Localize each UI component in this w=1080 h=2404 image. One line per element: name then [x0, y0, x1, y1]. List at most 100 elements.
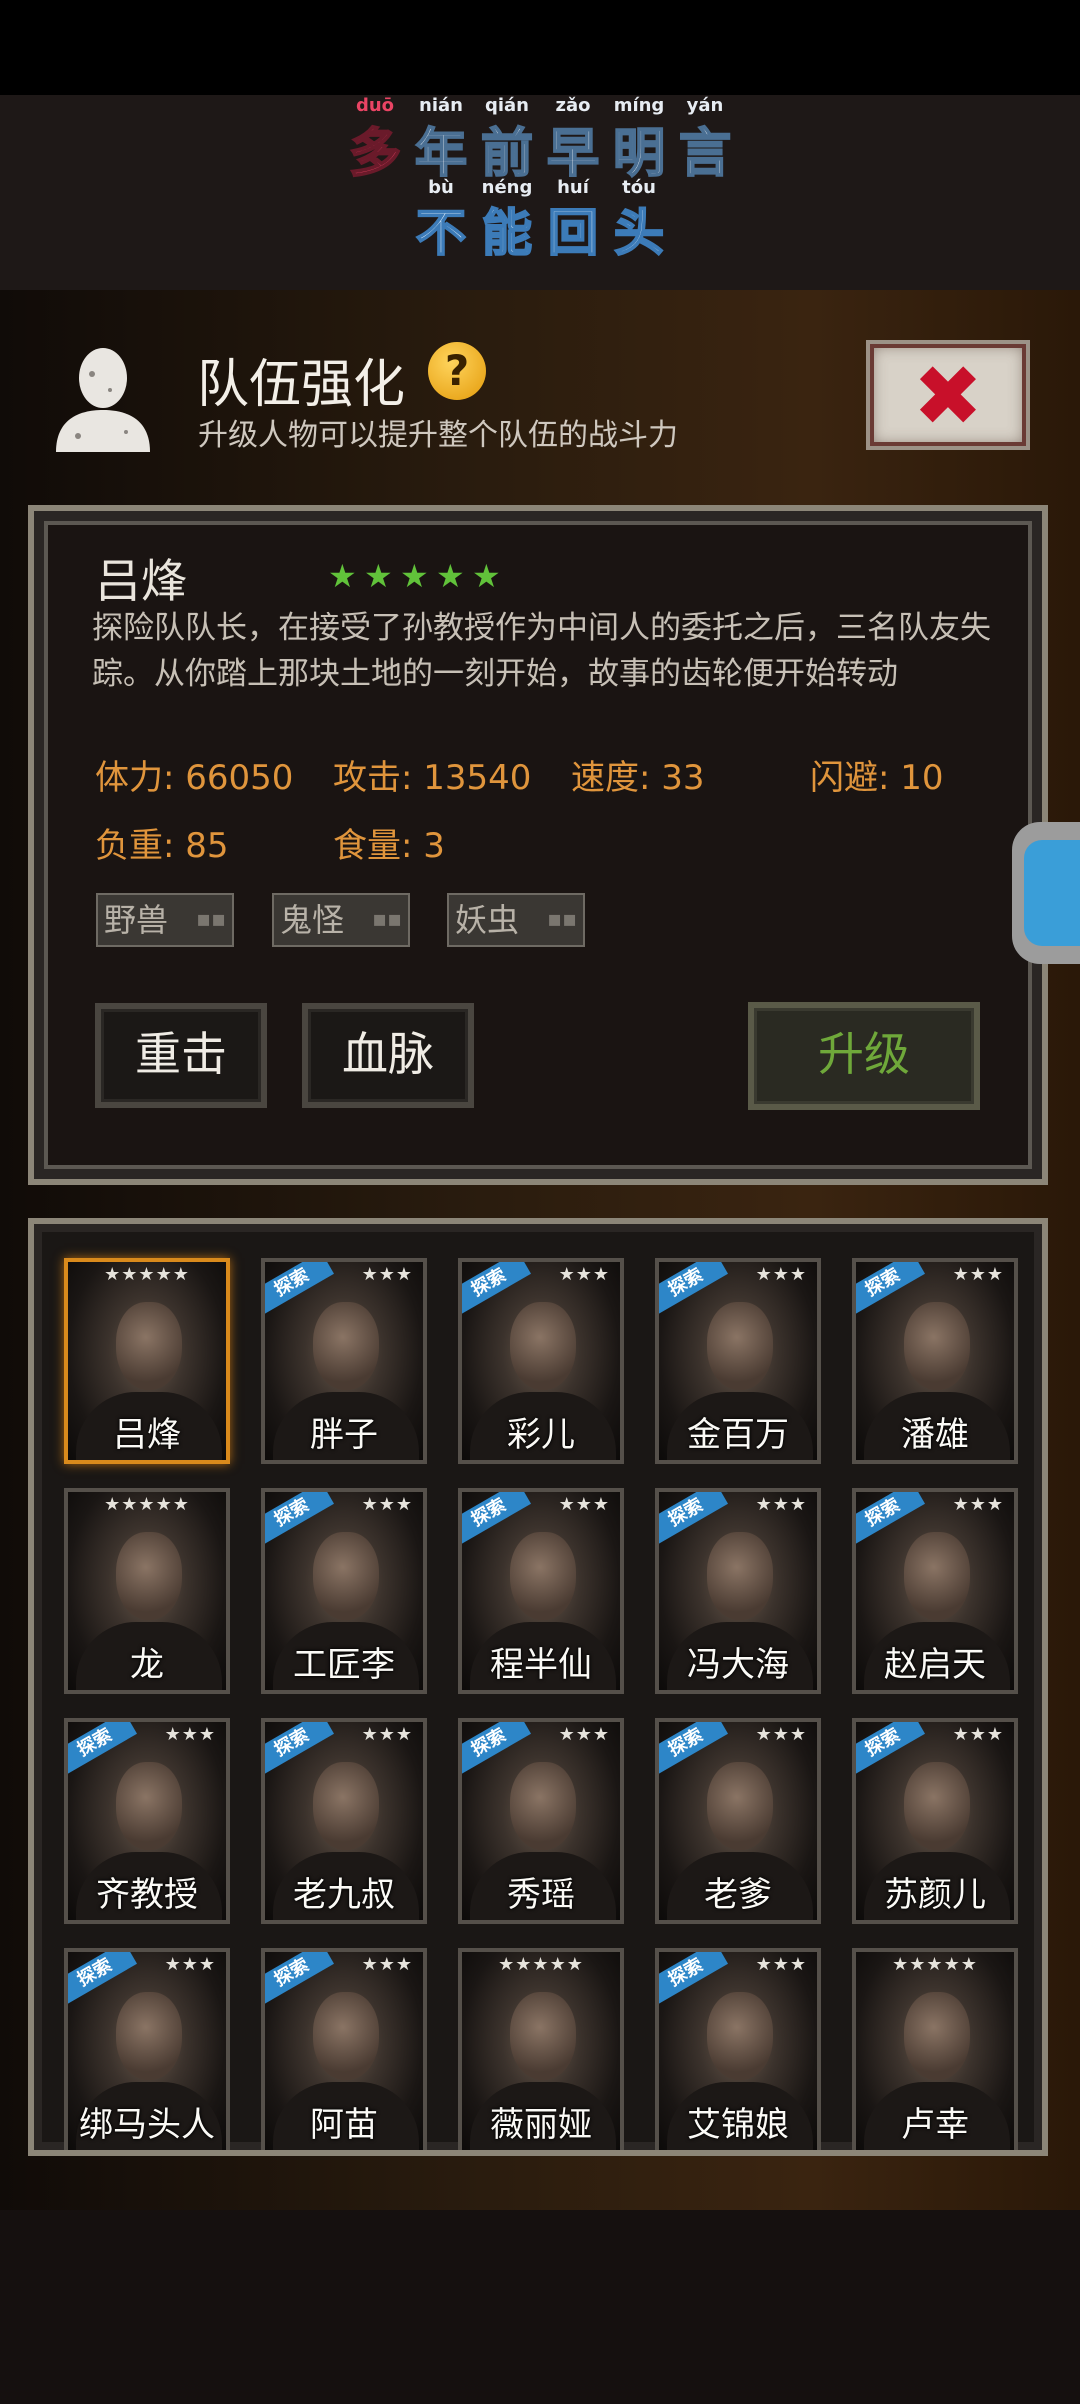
star-icon: ★ — [364, 557, 393, 595]
portrait-head — [707, 1762, 773, 1850]
card-stars: ★★★★★ — [104, 1494, 190, 1515]
portrait-head — [904, 1762, 970, 1850]
upgrade-button[interactable]: 升级 — [748, 1002, 980, 1110]
card-name: 苏颜儿 — [884, 1875, 986, 1915]
lyric-char: 言 — [678, 122, 732, 185]
character-card[interactable]: ★★★ 探索 冯大海 — [655, 1488, 821, 1694]
character-card[interactable]: ★★★ 探索 工匠李 — [261, 1488, 427, 1694]
character-card[interactable]: ★★★ 探索 秀瑶 — [458, 1718, 624, 1924]
trait-tag: 鬼怪 ▪▪ — [272, 893, 410, 947]
portrait-head — [313, 1992, 379, 2080]
stat-attack: 攻击: 13540 — [333, 758, 532, 798]
lyric-char: 头 — [613, 202, 665, 263]
card-name: 冯大海 — [687, 1645, 789, 1685]
page-subtitle: 升级人物可以提升整个队伍的战斗力 — [198, 418, 678, 453]
bottom-area — [0, 2210, 1080, 2404]
card-name: 老爹 — [704, 1875, 772, 1915]
character-card[interactable]: ★★★ 探索 绑马头人 — [64, 1948, 230, 2150]
character-card[interactable]: ★★★ 探索 金百万 — [655, 1258, 821, 1464]
lyric-char: 前 — [480, 122, 534, 185]
card-stars: ★★★★★ — [104, 1264, 190, 1285]
lyric-char: 多 — [348, 122, 402, 185]
status-bar — [0, 0, 1080, 95]
star-icon: ★ — [472, 557, 501, 595]
portrait-head — [904, 1992, 970, 2080]
close-icon: ✖ — [912, 347, 984, 445]
close-button[interactable]: ✖ — [866, 340, 1030, 450]
portrait-head — [707, 1532, 773, 1620]
lyric-char: 早 — [546, 122, 600, 185]
stat-speed: 速度: 33 — [571, 758, 705, 798]
trait-tag: 妖虫 ▪▪ — [447, 893, 585, 947]
card-name: 龙 — [130, 1645, 164, 1685]
lyric-char: 不 — [415, 202, 467, 263]
lyric-char: 回 — [547, 202, 599, 263]
character-card[interactable]: ★★★ 探索 程半仙 — [458, 1488, 624, 1694]
character-card[interactable]: ★★★ 探索 老九叔 — [261, 1718, 427, 1924]
character-card[interactable]: ★★★★★ 吕烽 — [64, 1258, 230, 1464]
star-icon: ★ — [436, 557, 465, 595]
trait-tag: 野兽 ▪▪ — [96, 893, 234, 947]
trait-label: 鬼怪 — [280, 901, 345, 939]
star-icon: ★ — [328, 557, 357, 595]
heavy-strike-button[interactable]: 重击 — [95, 1003, 267, 1108]
lyric-char: 年 — [414, 122, 468, 185]
portrait-head — [116, 1532, 182, 1620]
bloodline-button[interactable]: 血脉 — [302, 1003, 474, 1108]
team-avatar-icon — [56, 348, 150, 452]
portrait-head — [116, 1992, 182, 2080]
character-card[interactable]: ★★★ 探索 阿苗 — [261, 1948, 427, 2150]
card-name: 艾锦娘 — [687, 2105, 789, 2145]
card-name: 程半仙 — [490, 1645, 592, 1685]
character-rating: ★ ★ ★ ★ ★ — [328, 560, 508, 592]
portrait-head — [510, 1762, 576, 1850]
portrait-head — [510, 1302, 576, 1390]
card-name: 薇丽娅 — [490, 2105, 592, 2145]
lyric-char: 明 — [612, 122, 666, 185]
stat-food: 食量: 3 — [333, 826, 445, 866]
lyrics-banner: duō nián qián zǎo míng yán 多年前早明言 bù néng huí tó… — [0, 95, 1080, 290]
portrait-head — [510, 1992, 576, 2080]
card-name: 赵启天 — [884, 1645, 986, 1685]
character-card[interactable]: ★★★★★ 卢幸 — [852, 1948, 1018, 2150]
portrait-head — [904, 1302, 970, 1390]
lyrics-line-1: 多年前早明言 — [0, 111, 1080, 186]
help-icon[interactable]: ? — [428, 342, 486, 400]
portrait-head — [510, 1532, 576, 1620]
character-card[interactable]: ★★★★★ 薇丽娅 — [458, 1948, 624, 2150]
character-card[interactable]: ★★★ 探索 潘雄 — [852, 1258, 1018, 1464]
card-stars: ★★★★★ — [892, 1954, 978, 1975]
character-card[interactable]: ★★★ 探索 赵启天 — [852, 1488, 1018, 1694]
character-card[interactable]: ★★★ 探索 齐教授 — [64, 1718, 230, 1924]
card-name: 工匠李 — [293, 1645, 395, 1685]
character-description: 探险队队长，在接受了孙教授作为中间人的委托之后，三名队友失踪。从你踏上那块土地的… — [92, 610, 991, 692]
card-name: 齐教授 — [96, 1875, 198, 1915]
card-name: 彩儿 — [507, 1415, 575, 1455]
character-card[interactable]: ★★★ 探索 艾锦娘 — [655, 1948, 821, 2150]
character-card[interactable]: ★★★★★ 龙 — [64, 1488, 230, 1694]
character-card[interactable]: ★★★ 探索 老爹 — [655, 1718, 821, 1924]
portrait-head — [116, 1302, 182, 1390]
card-name: 金百万 — [687, 1415, 789, 1455]
character-card[interactable]: ★★★ 探索 苏颜儿 — [852, 1718, 1018, 1924]
character-name: 吕烽 — [95, 554, 187, 608]
star-icon: ★ — [400, 557, 429, 595]
portrait-head — [707, 1992, 773, 2080]
portrait-head — [313, 1762, 379, 1850]
portrait-head — [313, 1532, 379, 1620]
trait-label: 妖虫 — [455, 901, 520, 939]
stat-hp: 体力: 66050 — [95, 758, 294, 798]
character-card[interactable]: ★★★ 探索 胖子 — [261, 1258, 427, 1464]
side-panel-handle[interactable] — [1012, 822, 1080, 964]
page-title: 队伍强化 — [197, 355, 406, 415]
character-card[interactable]: ★★★ 探索 彩儿 — [458, 1258, 624, 1464]
roster-panel: ★★★★★ 吕烽 ★★★ 探索 胖子 ★★★ 探索 彩儿 ★★★ 探索 金百万 ★★★ 探索 潘雄 ★★★★… — [28, 1218, 1048, 2156]
card-name: 阿苗 — [310, 2105, 378, 2145]
portrait-head — [116, 1762, 182, 1850]
lyric-char: 能 — [481, 202, 533, 263]
stat-load: 负重: 85 — [95, 826, 229, 866]
card-name: 胖子 — [310, 1415, 378, 1455]
card-name: 潘雄 — [901, 1415, 969, 1455]
card-stars: ★★★★★ — [498, 1954, 584, 1975]
card-name: 吕烽 — [113, 1415, 181, 1455]
